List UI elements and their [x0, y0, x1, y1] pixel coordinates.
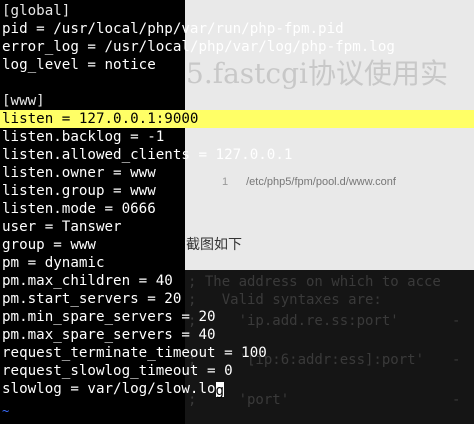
text-cursor: g	[215, 382, 225, 399]
config-line-log-level: log_level = notice	[2, 57, 156, 73]
config-line-request-terminate-timeout: request_terminate_timeout = 100	[2, 345, 267, 361]
config-line-error-log: error_log = /usr/local/php/var/log/php-f…	[2, 39, 395, 55]
section-header-www: [www]	[2, 93, 45, 109]
config-line-listen-group: listen.group = www	[2, 183, 156, 199]
config-line-group: group = www	[2, 237, 96, 253]
terminal-editor[interactable]: [global] pid = /usr/local/php/var/run/ph…	[0, 0, 474, 424]
cursor-char: g	[215, 383, 225, 399]
config-line-listen-owner: listen.owner = www	[2, 165, 156, 181]
config-line-listen-mode: listen.mode = 0666	[2, 201, 156, 217]
config-line-slowlog[interactable]: slowlog = var/log/slow.log	[2, 380, 225, 399]
slowlog-text: slowlog = var/log/slow.lo	[2, 381, 216, 397]
config-line-user: user = Tanswer	[2, 219, 122, 235]
config-line-pm-max-children: pm.max_children = 40	[2, 273, 173, 289]
config-line-pm: pm = dynamic	[2, 255, 105, 271]
config-line-pm-max-spare-servers: pm.max_spare_servers = 40	[2, 327, 216, 343]
config-line-listen-highlighted: listen = 127.0.0.1:9000	[0, 110, 474, 128]
config-line-listen-allowed-clients: listen.allowed_clients = 127.0.0.1	[2, 147, 293, 163]
section-header-global: [global]	[2, 3, 71, 19]
config-line-listen-backlog: listen.backlog = -1	[2, 129, 165, 145]
config-line-pid: pid = /usr/local/php/var/run/php-fpm.pid	[2, 21, 344, 37]
config-line-request-slowlog-timeout: request_slowlog_timeout = 0	[2, 363, 233, 379]
config-line-pm-start-servers: pm.start_servers = 20	[2, 291, 182, 307]
empty-line-marker: ~	[2, 404, 10, 418]
config-line-pm-min-spare-servers: pm.min_spare_servers = 20	[2, 309, 216, 325]
